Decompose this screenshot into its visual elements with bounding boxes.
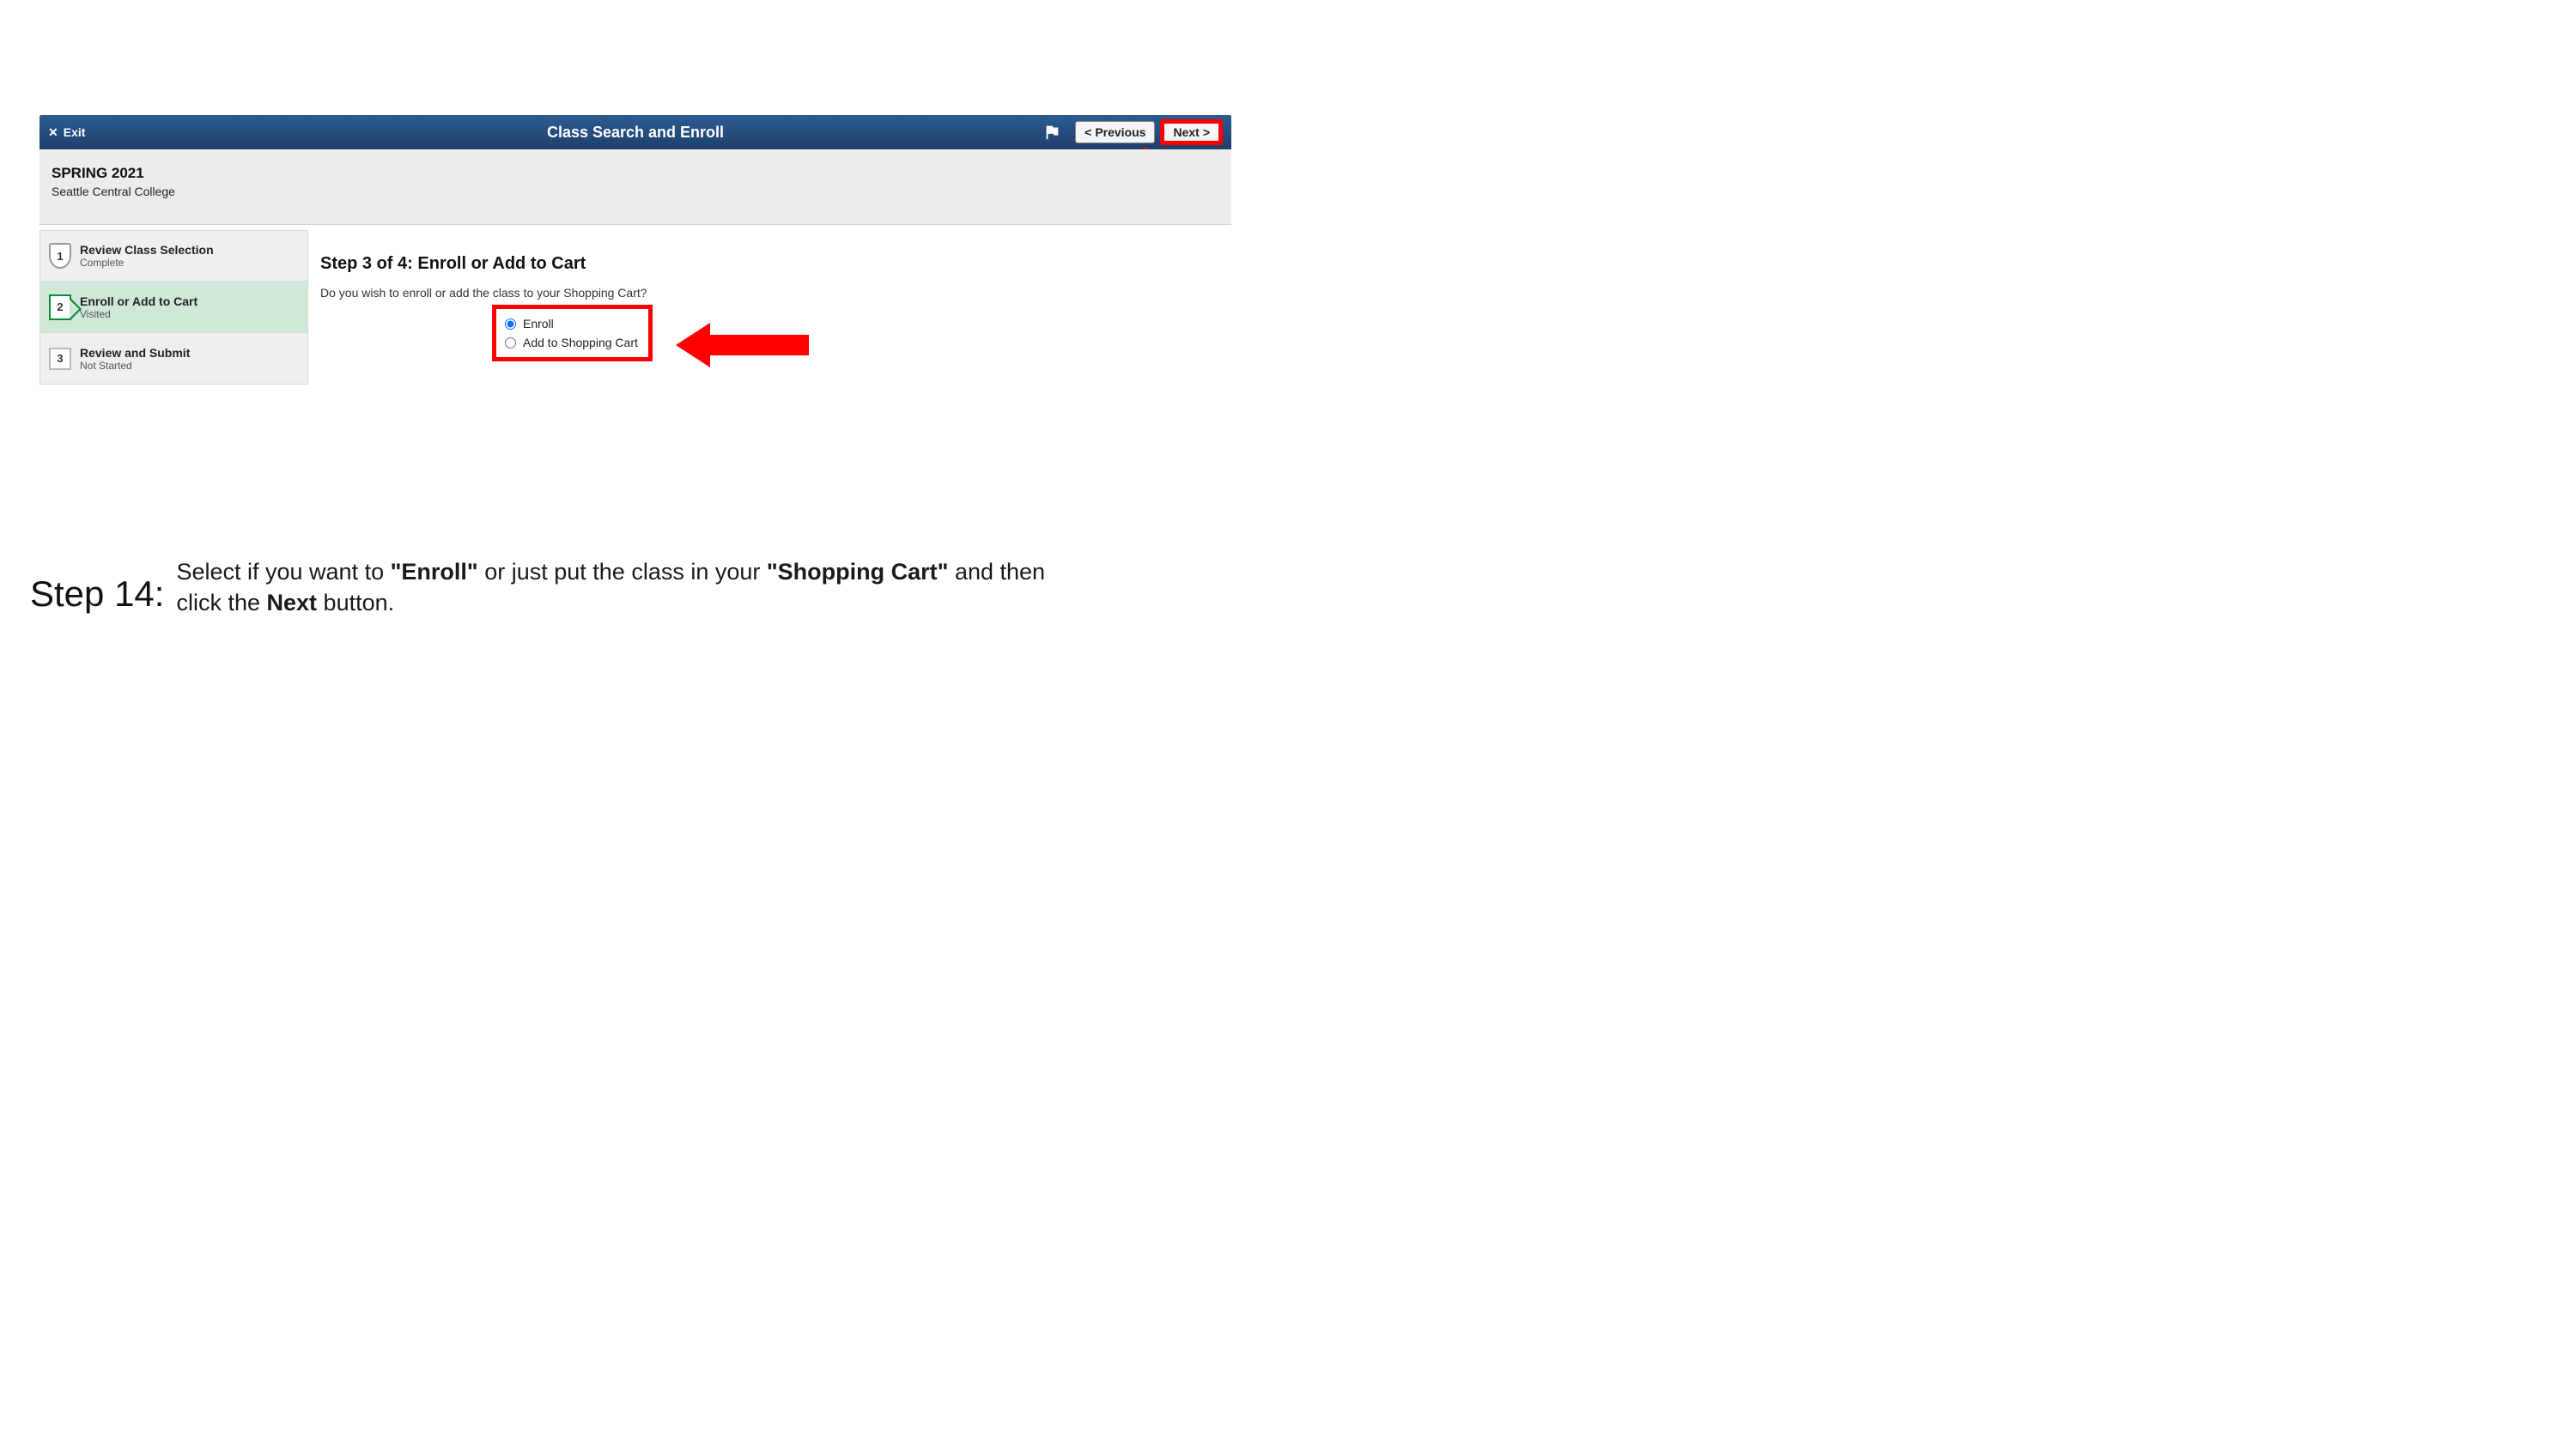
- step-title: Enroll or Add to Cart: [80, 294, 197, 308]
- wizard-step-3[interactable]: 3 Review and Submit Not Started: [39, 333, 308, 385]
- previous-button[interactable]: < Previous: [1075, 121, 1155, 143]
- annotation-arrow-radio: [676, 323, 809, 367]
- previous-label: Previous: [1095, 125, 1145, 139]
- radio-cart-label: Add to Shopping Cart: [523, 336, 638, 349]
- radio-enroll-label: Enroll: [523, 317, 554, 330]
- instruction-step-label: Step 14:: [30, 573, 164, 615]
- next-label: Next: [1173, 125, 1199, 139]
- term-header: SPRING 2021 Seattle Central College: [39, 149, 1231, 225]
- radio-enroll-input[interactable]: [505, 318, 516, 330]
- step-number-badge: 1: [49, 243, 71, 269]
- chevron-left-icon: <: [1084, 125, 1091, 139]
- step-title: Review and Submit: [80, 346, 190, 360]
- instr-t4: button.: [317, 590, 394, 615]
- wizard-step-2[interactable]: 2 Enroll or Add to Cart Visited: [39, 282, 308, 333]
- instr-t2: or just put the class in your: [478, 559, 767, 585]
- instruction-caption: Step 14: Select if you want to "Enroll" …: [30, 556, 1095, 619]
- instruction-text: Select if you want to "Enroll" or just p…: [176, 556, 1095, 619]
- wizard-step-1[interactable]: 1 Review Class Selection Complete: [39, 230, 308, 282]
- next-button[interactable]: Next >: [1160, 119, 1223, 145]
- close-icon: ✕: [48, 125, 58, 140]
- radio-option-cart[interactable]: Add to Shopping Cart: [505, 333, 638, 352]
- chevron-right-icon: >: [1203, 125, 1210, 139]
- step-status: Not Started: [80, 360, 190, 372]
- app-header: ✕ Exit Class Search and Enroll < Previou…: [39, 115, 1231, 149]
- enroll-options-group: Enroll Add to Shopping Cart: [492, 305, 653, 361]
- college-label: Seattle Central College: [52, 185, 1219, 198]
- instr-b1: "Enroll": [391, 559, 478, 585]
- instr-t1: Select if you want to: [176, 559, 390, 585]
- step-title: Review Class Selection: [80, 243, 214, 257]
- step-number-badge: 2: [49, 294, 71, 320]
- step-heading: Step 3 of 4: Enroll or Add to Cart: [320, 254, 825, 274]
- exit-label: Exit: [64, 125, 86, 139]
- flag-icon[interactable]: [1042, 123, 1061, 142]
- instr-b3: Next: [267, 590, 318, 615]
- radio-cart-input[interactable]: [505, 337, 516, 349]
- radio-option-enroll[interactable]: Enroll: [505, 314, 638, 333]
- step-number-badge: 3: [49, 348, 71, 370]
- exit-button[interactable]: ✕ Exit: [48, 125, 85, 140]
- step-question: Do you wish to enroll or add the class t…: [320, 286, 825, 300]
- term-label: SPRING 2021: [52, 165, 1219, 182]
- step-status: Complete: [80, 257, 214, 269]
- wizard-steps: 1 Review Class Selection Complete 2 Enro…: [39, 230, 308, 385]
- step-status: Visited: [80, 308, 197, 320]
- page-title: Class Search and Enroll: [547, 124, 724, 142]
- instr-b2: "Shopping Cart": [767, 559, 949, 585]
